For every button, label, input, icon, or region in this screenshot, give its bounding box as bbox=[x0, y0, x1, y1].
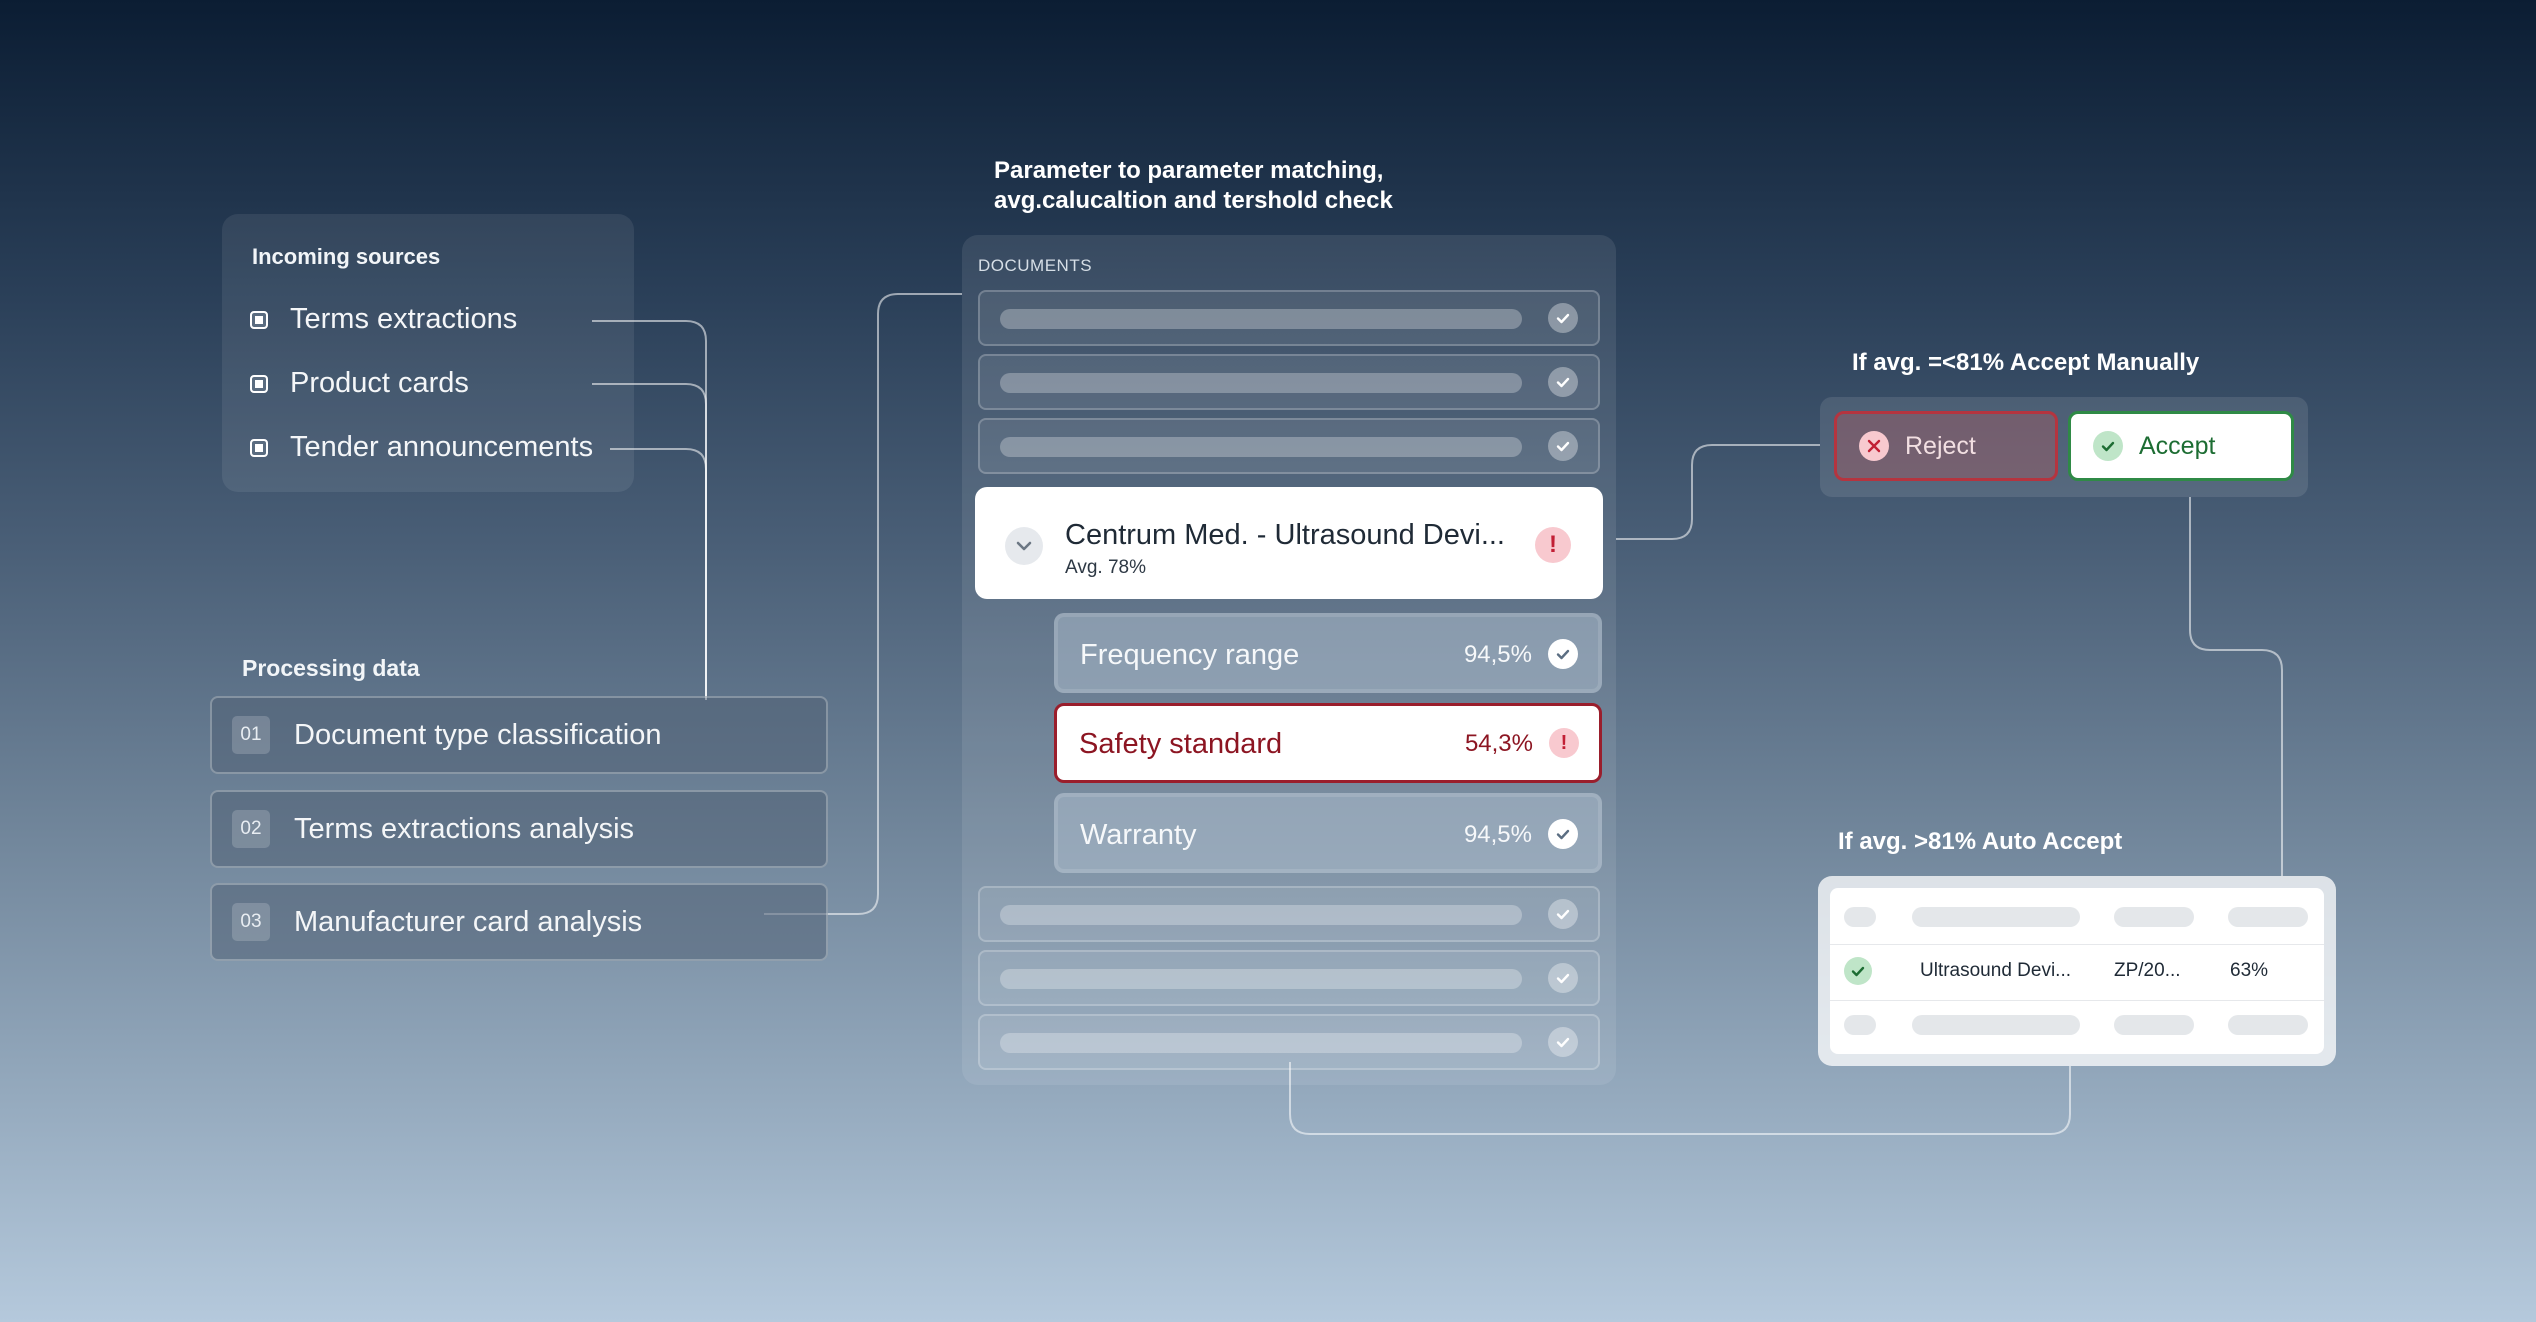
check-icon bbox=[1548, 819, 1578, 849]
placeholder-pill bbox=[1912, 1015, 2080, 1035]
step-number: 01 bbox=[232, 716, 270, 754]
parameter-row-warranty[interactable]: Warranty 94,5% bbox=[1054, 793, 1602, 873]
document-average: Avg. 78% bbox=[1065, 557, 1146, 578]
matching-heading: Parameter to parameter matching, avg.cal… bbox=[994, 156, 1393, 216]
document-row[interactable] bbox=[978, 290, 1600, 346]
placeholder-bar bbox=[1000, 437, 1522, 457]
parameter-row-safety-standard[interactable]: Safety standard 54,3% ! bbox=[1054, 703, 1602, 783]
step-label: Terms extractions analysis bbox=[294, 812, 635, 845]
source-item-terms-extractions[interactable]: Terms extractions bbox=[250, 303, 517, 336]
placeholder-pill bbox=[2114, 907, 2194, 927]
placeholder-bar bbox=[1000, 905, 1522, 925]
placeholder-bar bbox=[1000, 1033, 1522, 1053]
auto-accept-title: If avg. >81% Auto Accept bbox=[1838, 828, 2123, 855]
matching-heading-line1: Parameter to parameter matching, bbox=[994, 157, 1384, 184]
parameter-score: 94,5% bbox=[1463, 641, 1532, 668]
source-label: Product cards bbox=[290, 367, 469, 399]
source-label: Terms extractions bbox=[290, 303, 518, 335]
document-card-expanded[interactable]: Centrum Med. - Ultrasound Devi... Avg. 7… bbox=[975, 487, 1603, 599]
alert-icon: ! bbox=[1549, 728, 1579, 758]
document-title: Centrum Med. - Ultrasound Devi... bbox=[1065, 519, 1505, 551]
processing-data-title: Processing data bbox=[242, 655, 420, 681]
row-score: 63% bbox=[2230, 960, 2269, 981]
step-label: Document type classification bbox=[294, 718, 662, 751]
check-icon bbox=[2093, 431, 2123, 461]
placeholder-bar bbox=[1000, 373, 1522, 393]
accept-label: Accept bbox=[2139, 431, 2216, 460]
check-icon bbox=[1548, 963, 1578, 993]
processing-step-2[interactable]: 02 Terms extractions analysis bbox=[210, 790, 828, 868]
parameter-score: 54,3% bbox=[1464, 730, 1533, 757]
document-row[interactable] bbox=[978, 354, 1600, 410]
checkbox-icon[interactable] bbox=[250, 310, 268, 329]
parameter-label: Frequency range bbox=[1080, 639, 1300, 671]
placeholder-pill bbox=[1912, 907, 2080, 927]
document-row[interactable] bbox=[978, 950, 1600, 1006]
parameter-row-frequency-range[interactable]: Frequency range 94,5% bbox=[1054, 613, 1602, 693]
close-icon bbox=[1859, 431, 1889, 461]
check-icon bbox=[1548, 431, 1578, 461]
check-icon bbox=[1844, 957, 1872, 985]
document-row[interactable] bbox=[978, 886, 1600, 942]
checkbox-icon[interactable] bbox=[250, 374, 268, 393]
check-icon bbox=[1548, 1027, 1578, 1057]
source-label: Tender announcements bbox=[290, 431, 594, 463]
check-icon bbox=[1548, 367, 1578, 397]
document-row[interactable] bbox=[978, 418, 1600, 474]
incoming-sources-title: Incoming sources bbox=[252, 244, 441, 269]
row-name: Ultrasound Devi... bbox=[1920, 960, 2072, 981]
placeholder-pill bbox=[1844, 1015, 1876, 1035]
check-icon bbox=[1548, 899, 1578, 929]
parameter-label: Safety standard bbox=[1079, 728, 1283, 760]
placeholder-pill bbox=[2228, 907, 2308, 927]
processing-step-1[interactable]: 01 Document type classification bbox=[210, 696, 828, 774]
check-icon bbox=[1548, 303, 1578, 333]
placeholder-pill bbox=[1844, 907, 1876, 927]
placeholder-bar bbox=[1000, 309, 1522, 329]
table-row[interactable]: Ultrasound Devi... ZP/20... 63% bbox=[1830, 945, 2324, 999]
checkbox-icon[interactable] bbox=[250, 438, 268, 457]
table-divider bbox=[1830, 1000, 2324, 1001]
step-number: 02 bbox=[232, 810, 270, 848]
step-label: Manufacturer card analysis bbox=[294, 905, 643, 938]
reject-label: Reject bbox=[1905, 431, 1976, 460]
parameter-label: Warranty bbox=[1080, 819, 1197, 851]
parameter-score: 94,5% bbox=[1463, 821, 1532, 848]
check-icon bbox=[1548, 639, 1578, 669]
accept-button[interactable]: Accept bbox=[2068, 411, 2294, 481]
document-row[interactable] bbox=[978, 1014, 1600, 1070]
source-item-tender-announcements[interactable]: Tender announcements bbox=[250, 431, 593, 464]
alert-icon: ! bbox=[1535, 527, 1571, 563]
row-reference: ZP/20... bbox=[2114, 960, 2181, 981]
placeholder-bar bbox=[1000, 969, 1522, 989]
matching-heading-line2: avg.calucaltion and tershold check bbox=[994, 187, 1393, 214]
source-item-product-cards[interactable]: Product cards bbox=[250, 367, 469, 400]
documents-label: DOCUMENTS bbox=[978, 256, 1093, 275]
processing-step-3[interactable]: 03 Manufacturer card analysis bbox=[210, 883, 828, 961]
reject-button[interactable]: Reject bbox=[1834, 411, 2058, 481]
placeholder-pill bbox=[2228, 1015, 2308, 1035]
chevron-down-icon[interactable] bbox=[1005, 527, 1043, 565]
step-number: 03 bbox=[232, 903, 270, 941]
manual-accept-title: If avg. =<81% Accept Manually bbox=[1852, 349, 2200, 376]
placeholder-pill bbox=[2114, 1015, 2194, 1035]
